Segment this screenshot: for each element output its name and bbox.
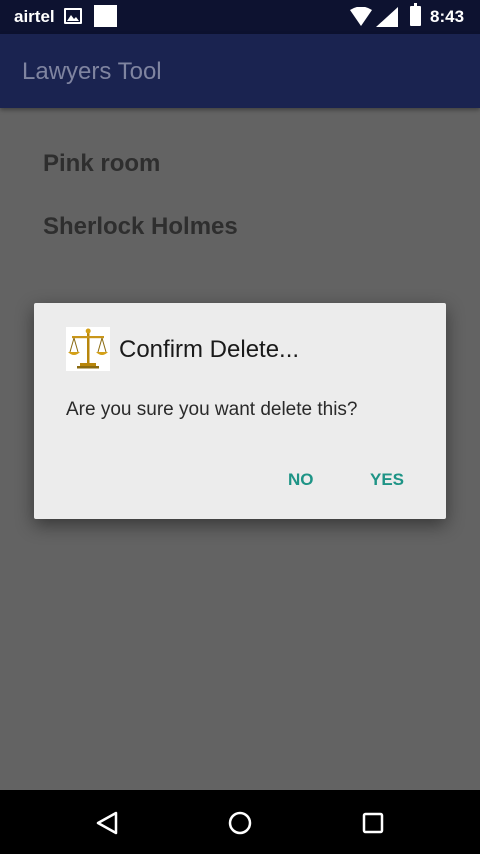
yes-button[interactable]: YES [362,463,412,497]
back-icon[interactable] [92,808,122,838]
clock: 8:43 [430,7,465,26]
no-button[interactable]: NO [280,463,322,497]
signal-icon [376,7,398,32]
list-item[interactable]: Sherlock Holmes [43,213,238,241]
wifi-icon [350,6,372,32]
scales-of-justice-icon [66,327,110,371]
gallery-icon [64,8,82,24]
navigation-bar [0,790,480,854]
carrier-label: airtel [14,7,55,26]
list-item[interactable]: Pink room [43,150,160,178]
screen: airtel 8:43 Lawyers Tool Pink room Sherl… [0,0,480,854]
app-title: Lawyers Tool [22,58,162,85]
battery-icon [410,3,421,26]
status-bar: airtel 8:43 [0,0,480,34]
dialog-message: Are you sure you want delete this? [66,399,358,420]
notification-square-icon [94,5,117,27]
home-icon[interactable] [225,808,255,838]
dialog-title: Confirm Delete... [119,336,300,363]
app-bar: Lawyers Tool [0,34,480,108]
confirm-delete-dialog: Confirm Delete... Are you sure you want … [34,303,446,519]
recents-icon[interactable] [358,808,388,838]
